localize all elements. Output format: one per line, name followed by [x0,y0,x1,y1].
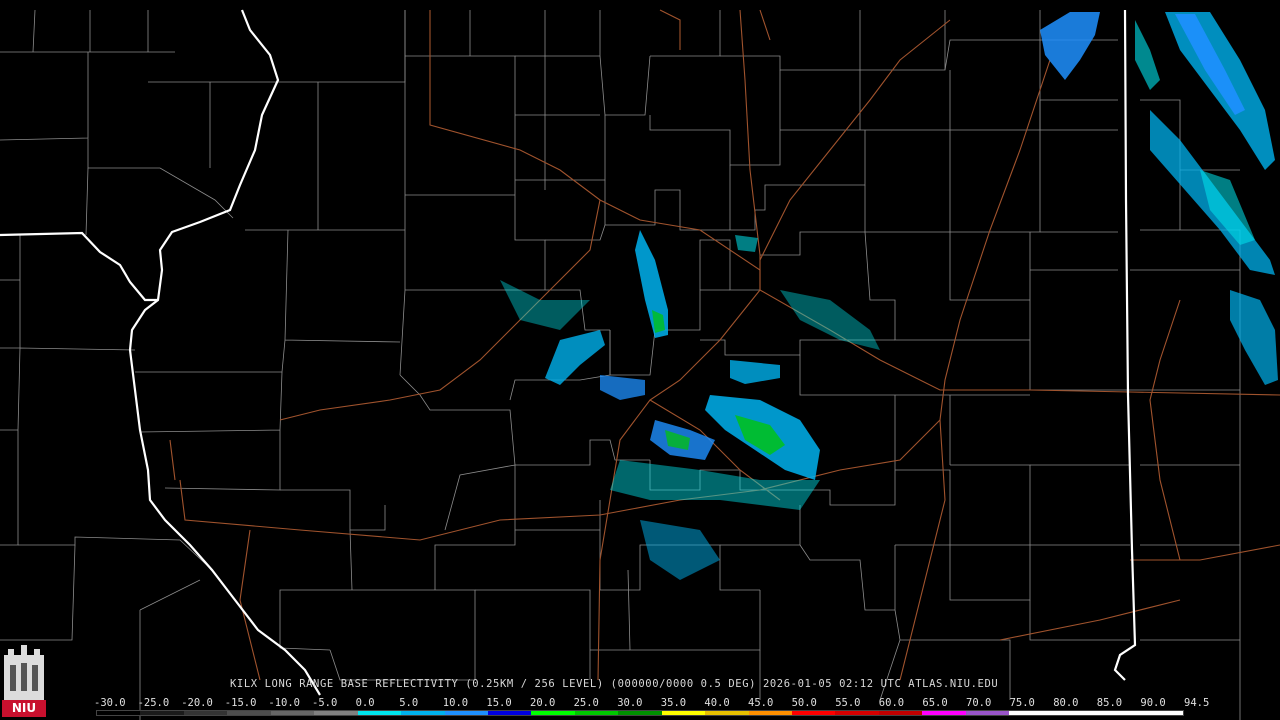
scale-color-swatch [661,711,706,715]
scale-color-swatch [922,711,966,715]
scale-color-swatch [1096,711,1140,715]
scale-color-swatch [314,711,358,715]
scale-color-swatch [748,711,792,715]
scale-color-swatch [401,711,445,715]
scale-label: 50.0 [791,697,817,709]
scale-color-swatch [487,711,532,715]
product-caption: KILX LONG RANGE BASE REFLECTIVITY (0.25K… [230,678,999,690]
scale-color-swatch [618,711,662,715]
scale-color-swatch [965,711,1010,715]
scale-label: 0.0 [355,697,375,709]
radar-map [0,9,1280,720]
scale-label: 65.0 [922,697,948,709]
scale-label: 80.0 [1053,697,1079,709]
reflectivity-color-scale [96,710,1184,716]
scale-color-swatch [705,711,749,715]
scale-color-swatch [878,711,923,715]
reflectivity-scale-labels: -30.0 -25.0 -20.0 -15.0 -10.0 -5.0 0.0 5.0 10.0 1… [90,697,1209,709]
scale-label: 90.0 [1140,697,1166,709]
scale-label: -30.0 [94,697,126,709]
radar-echoes [500,12,1278,580]
scale-label: -20.0 [181,697,213,709]
scale-color-swatch [183,711,228,715]
scale-label: 85.0 [1096,697,1123,709]
niu-logo-text: NIU [2,700,46,717]
scale-color-swatch [444,711,488,715]
scale-color-swatch [574,711,619,715]
scale-color-swatch [1052,711,1097,715]
scale-color-swatch [531,711,575,715]
scale-label: -15.0 [224,697,257,709]
scale-label: 35.0 [660,697,687,709]
scale-color-swatch [835,711,879,715]
scale-color-swatch [270,711,315,715]
scale-label: 40.0 [704,697,730,709]
scale-color-swatch [97,711,141,715]
scale-label: 15.0 [486,697,512,709]
scale-color-swatch [1009,711,1053,715]
scale-label: 55.0 [835,697,861,709]
scale-color-swatch [227,711,271,715]
scale-label: 60.0 [878,697,905,709]
scale-label: 10.0 [442,697,469,709]
scale-label: 30.0 [617,697,643,709]
scale-color-swatch [140,711,184,715]
scale-label: 20.0 [530,697,556,709]
county-borders [0,9,1241,720]
scale-label: 45.0 [748,697,774,709]
scale-color-swatch [357,711,402,715]
scale-label: -5.0 [312,697,338,709]
scale-label: 25.0 [573,697,599,709]
scale-label: -10.0 [268,697,300,709]
scale-label: 75.0 [1009,697,1035,709]
scale-label: 70.0 [966,697,992,709]
scale-label: 5.0 [399,697,419,709]
scale-label: -25.0 [137,697,170,709]
scale-label: 94.5 [1184,697,1210,709]
scale-color-swatch [792,711,836,715]
scale-color-swatch [1139,711,1183,715]
